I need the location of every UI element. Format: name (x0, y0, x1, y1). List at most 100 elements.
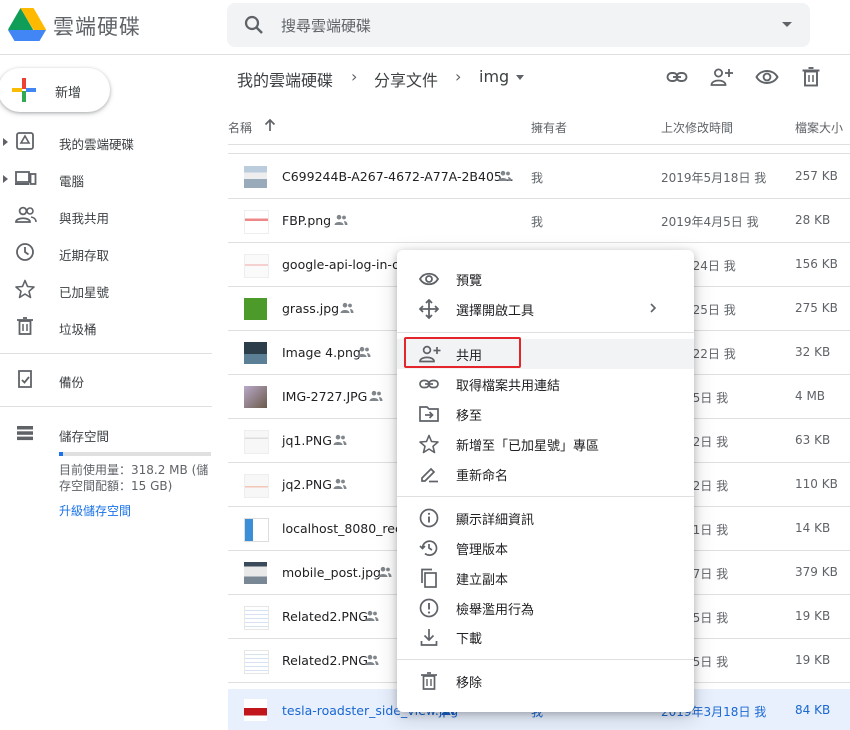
menu-item-details[interactable]: 顯示詳細資訊 (397, 503, 694, 533)
sidebar-item-label: 我的雲端硬碟 (59, 137, 135, 152)
shared-people-icon (498, 170, 512, 182)
menu-item-move-to[interactable]: 移至 (397, 399, 694, 429)
file-thumbnail (244, 518, 269, 542)
menu-item-preview[interactable]: 預覽 (397, 264, 694, 294)
expand-arrow-icon[interactable] (3, 175, 8, 183)
menu-item-label: 預覽 (456, 274, 483, 289)
file-modified: 2019年5月18日 我 (661, 171, 767, 185)
sidebar-item-computers[interactable]: 電腦 (0, 160, 212, 197)
menu-item-remove[interactable]: 移除 (397, 666, 694, 696)
link-icon (419, 374, 439, 394)
menu-item-make-copy[interactable]: 建立副本 (397, 563, 694, 593)
file-row[interactable]: FBP.png 我 2019年4月5日 我 28 KB (228, 199, 850, 243)
share-icon[interactable] (710, 66, 734, 88)
sidebar-item-shared-with-me[interactable]: 與我共用 (0, 197, 212, 234)
menu-item-manage-versions[interactable]: 管理版本 (397, 533, 694, 563)
file-name: jq1.PNG (282, 433, 332, 448)
sidebar-item-storage[interactable]: 儲存空間 (0, 415, 212, 452)
menu-item-label: 移除 (456, 676, 483, 691)
file-size: 156 KB (795, 257, 838, 271)
menu-item-label: 管理版本 (456, 543, 509, 558)
file-thumbnail (244, 166, 267, 188)
folder-menu-caret-icon[interactable] (516, 75, 524, 80)
file-name: FBP.png (282, 213, 332, 228)
recent-icon (15, 242, 35, 262)
app-title[interactable]: 雲端硬碟 (53, 11, 141, 41)
sidebar-item-label: 儲存空間 (59, 429, 110, 444)
file-thumbnail (244, 650, 269, 674)
file-thumbnail (244, 298, 267, 320)
menu-item-label: 重新命名 (456, 469, 509, 484)
rename-icon (419, 464, 439, 484)
storage-usage-text: 目前使用量：318.2 MB (儲存空間配額：15 GB) (59, 463, 209, 493)
file-thumbnail (244, 562, 267, 584)
share-highlight-annotation (404, 337, 521, 368)
upgrade-storage-link[interactable]: 升級儲存空間 (59, 502, 131, 519)
delete-icon[interactable] (801, 66, 821, 88)
shared-people-icon (333, 478, 347, 490)
file-size: 19 KB (795, 653, 831, 667)
file-modified: 2019年4月5日 我 (661, 215, 759, 229)
sidebar-item-recent[interactable]: 近期存取 (0, 234, 212, 271)
file-row[interactable]: C699244B-A267-4672-A77A-2B405... 我 2019年… (228, 155, 850, 199)
sidebar-item-label: 已加星號 (59, 285, 110, 300)
menu-item-add-star[interactable]: 新增至「已加星號」專區 (397, 429, 694, 459)
shared-people-icon (357, 346, 371, 358)
plus-icon (11, 77, 37, 103)
move-to-icon (419, 404, 439, 424)
search-icon[interactable] (244, 15, 264, 35)
open-with-icon (419, 299, 439, 319)
history-icon (419, 538, 439, 558)
file-thumbnail (244, 254, 269, 278)
search-options-icon[interactable] (782, 22, 792, 27)
sidebar-item-backup[interactable]: 備份 (0, 361, 212, 398)
column-header-owner[interactable]: 擁有者 (531, 119, 567, 136)
menu-divider (397, 332, 694, 333)
breadcrumb-separator: › (455, 67, 462, 86)
menu-item-label: 新增至「已加星號」專區 (456, 439, 600, 454)
sidebar-item-starred[interactable]: 已加星號 (0, 271, 212, 308)
file-name: grass.jpg (282, 301, 340, 316)
backup-icon (15, 369, 35, 389)
file-thumbnail (244, 342, 267, 364)
breadcrumb-current-folder[interactable]: img (479, 67, 509, 86)
menu-item-open-with[interactable]: 選擇開啟工具 (397, 294, 694, 324)
shared-people-icon (340, 302, 354, 314)
sidebar-item-my-drive[interactable]: 我的雲端硬碟 (0, 123, 212, 160)
search-bar[interactable]: 搜尋雲端硬碟 (227, 3, 810, 47)
get-link-icon[interactable] (666, 66, 688, 88)
search-input[interactable]: 搜尋雲端硬碟 (281, 15, 371, 36)
file-thumbnail (244, 210, 269, 234)
menu-item-get-link[interactable]: 取得檔案共用連結 (397, 369, 694, 399)
file-size: 32 KB (795, 345, 831, 359)
menu-item-rename[interactable]: 重新命名 (397, 459, 694, 489)
column-header-modified[interactable]: 上次修改時間 (661, 119, 733, 136)
column-header-divider (228, 144, 850, 145)
report-icon (419, 598, 439, 618)
shared-people-icon (365, 610, 379, 622)
menu-divider (397, 496, 694, 497)
preview-eye-icon[interactable] (755, 66, 779, 88)
shared-people-icon (369, 390, 383, 402)
file-thumbnail (244, 699, 267, 721)
file-size: 14 KB (795, 521, 831, 535)
sidebar-item-label: 電腦 (59, 174, 85, 189)
file-owner: 我 (531, 215, 544, 229)
expand-arrow-icon[interactable] (3, 138, 8, 146)
sidebar-item-trash[interactable]: 垃圾桶 (0, 308, 212, 345)
sidebar-divider (0, 406, 212, 407)
trash-icon (15, 316, 35, 336)
drive-logo-icon[interactable] (8, 8, 46, 42)
sort-ascending-arrow-icon[interactable] (263, 117, 277, 133)
file-owner: 我 (531, 171, 544, 185)
menu-item-download[interactable]: 下載 (397, 622, 694, 652)
new-button[interactable]: 新增 (0, 68, 110, 112)
menu-item-report-abuse[interactable]: 檢舉濫用行為 (397, 593, 694, 623)
column-header-size[interactable]: 檔案大小 (795, 119, 843, 136)
breadcrumb-my-drive[interactable]: 我的雲端硬碟 (237, 67, 333, 91)
file-thumbnail (244, 386, 267, 408)
menu-item-label: 選擇開啟工具 (456, 304, 535, 319)
trash-icon (419, 671, 439, 691)
column-header-name[interactable]: 名稱 (228, 119, 252, 136)
breadcrumb-shared-docs[interactable]: 分享文件 (374, 67, 438, 91)
